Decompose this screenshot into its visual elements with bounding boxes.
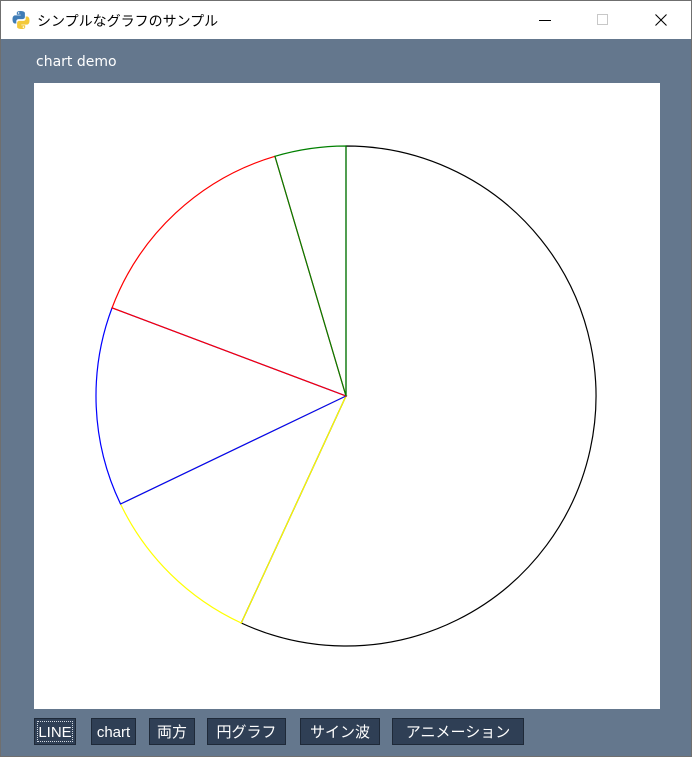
close-icon <box>655 14 667 26</box>
minimize-icon <box>539 20 551 21</box>
pie-chart-button[interactable]: 円グラフ <box>207 718 286 745</box>
line-button[interactable]: LINE <box>34 718 76 745</box>
chart-button[interactable]: chart <box>91 718 136 745</box>
pie-slice <box>119 394 348 624</box>
window-title: シンプルなグラフのサンプル <box>37 14 219 30</box>
both-button[interactable]: 両方 <box>149 718 195 745</box>
pie-slice <box>274 145 347 397</box>
maximize-icon <box>597 14 608 25</box>
frame-label: chart demo <box>36 54 117 70</box>
app-window: シンプルなグラフのサンプル chart demo LINE chart 両方 円… <box>0 0 692 757</box>
close-button[interactable] <box>632 1 690 39</box>
minimize-button[interactable] <box>516 1 574 39</box>
python-icon <box>11 10 31 30</box>
chart-canvas <box>34 83 660 709</box>
title-bar[interactable]: シンプルなグラフのサンプル <box>1 1 691 39</box>
sine-wave-button[interactable]: サイン波 <box>300 718 380 745</box>
pie-chart <box>95 145 597 647</box>
animation-button[interactable]: アニメーション <box>392 718 524 745</box>
pie-slice <box>95 307 348 505</box>
maximize-button <box>574 1 632 39</box>
